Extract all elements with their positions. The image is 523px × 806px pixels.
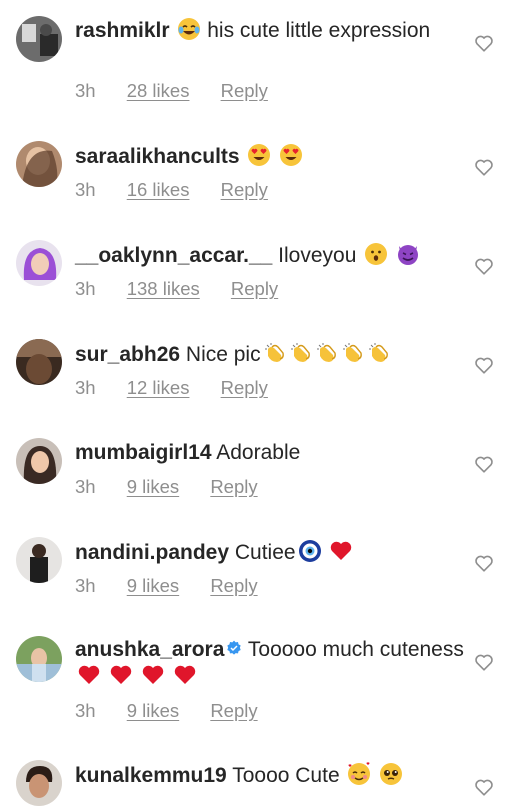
likes-count-link[interactable]: 28 likes [127, 80, 190, 101]
comment-username[interactable]: __oaklynn_accar.__ [75, 244, 272, 267]
reply-link[interactable]: Reply [210, 575, 257, 596]
comment-time: 3h [75, 179, 96, 200]
comment-text-block: anushka_arora Tooooo much cuteness [75, 637, 465, 690]
comment-text-block: mumbaigirl14 Adorable [75, 440, 465, 466]
likes-count-link[interactable]: 16 likes [127, 179, 190, 200]
comment-username[interactable]: saraalikhancults [75, 145, 240, 168]
avatar[interactable] [16, 141, 62, 187]
heart-outline-icon[interactable] [474, 653, 494, 671]
hushed-face-icon [365, 243, 388, 265]
reply-link[interactable]: Reply [221, 80, 268, 101]
heart-outline-icon[interactable] [474, 158, 494, 176]
clapping-hands-icon [316, 343, 336, 362]
comment-body: Iloveyou [278, 244, 357, 267]
heart-outline-icon[interactable] [474, 778, 494, 796]
heart-outline-icon[interactable] [474, 455, 494, 473]
comment-username[interactable]: sur_abh26 [75, 343, 180, 366]
comment-username[interactable]: kunalkemmu19 [75, 764, 227, 787]
comment-body: his cute little expression [207, 19, 431, 42]
red-heart-icon [142, 665, 163, 684]
likes-count-link[interactable]: 12 likes [127, 377, 190, 398]
verified-badge-icon [227, 640, 242, 655]
avatar[interactable] [16, 537, 62, 583]
comment-text-block: rashmiklr his cute little expression [75, 17, 465, 44]
avatar[interactable] [16, 240, 62, 286]
comment-body: Adorable [216, 441, 301, 464]
comment-meta: 3h 138 likes Reply [75, 278, 304, 300]
comment-text-block: saraalikhancults [75, 143, 465, 170]
heart-outline-icon[interactable] [474, 34, 494, 52]
red-heart-icon [78, 665, 100, 684]
comment-username[interactable]: rashmiklr [75, 19, 170, 42]
avatar[interactable] [16, 760, 62, 806]
comment-text-block: kunalkemmu19 Toooo Cute [75, 762, 465, 789]
comment-body: Tooooo much cuteness [247, 638, 464, 661]
comment-username[interactable]: mumbaigirl14 [75, 441, 212, 464]
comment-time: 3h [75, 700, 96, 721]
avatar[interactable] [16, 16, 62, 62]
comment-time: 3h [75, 278, 96, 299]
likes-count-link[interactable]: 9 likes [127, 575, 179, 596]
pleading-face-icon [380, 763, 403, 785]
smiling-face-with-heart-eyes-icon [248, 144, 271, 166]
red-heart-icon [331, 541, 352, 560]
heart-outline-icon[interactable] [474, 257, 494, 275]
comment-body: Nice pic [185, 343, 261, 366]
avatar[interactable] [16, 438, 62, 484]
comment-username[interactable]: nandini.pandey [75, 541, 229, 564]
clapping-hands-icon [368, 343, 388, 362]
smiling-face-with-horns-icon [398, 245, 419, 265]
smiling-face-with-heart-eyes-icon [280, 144, 303, 166]
likes-count-link[interactable]: 9 likes [127, 476, 179, 497]
comment-username[interactable]: anushka_arora [75, 638, 224, 661]
clapping-hands-icon [342, 343, 362, 362]
comment-body: Toooo Cute [232, 764, 340, 787]
comment-meta: 3h 28 likes Reply [75, 80, 294, 102]
comment-meta: 3h 16 likes Reply [75, 179, 294, 201]
smiling-face-with-hearts-icon [348, 762, 371, 785]
likes-count-link[interactable]: 9 likes [127, 700, 179, 721]
comment-time: 3h [75, 575, 96, 596]
comment-text-block: sur_abh26 Nice pic [75, 341, 465, 368]
comment-text-block: __oaklynn_accar.__ Iloveyou [75, 242, 465, 269]
heart-outline-icon[interactable] [474, 356, 494, 374]
comment-meta: 3h 9 likes Reply [75, 700, 284, 722]
reply-link[interactable]: Reply [210, 476, 257, 497]
clapping-hands-icon [264, 343, 284, 362]
reply-link[interactable]: Reply [221, 179, 268, 200]
likes-count-link[interactable]: 138 likes [127, 278, 200, 299]
nazar-amulet-icon [298, 540, 321, 562]
reply-link[interactable]: Reply [221, 377, 268, 398]
comment-meta: 3h 9 likes Reply [75, 476, 284, 498]
comment-time: 3h [75, 377, 96, 398]
comment-text-block: nandini.pandey Cutiee [75, 539, 465, 566]
face-with-tears-of-joy-icon [178, 18, 201, 40]
heart-outline-icon[interactable] [474, 554, 494, 572]
reply-link[interactable]: Reply [210, 700, 257, 721]
comment-meta: 3h 12 likes Reply [75, 377, 294, 399]
comment-body: Cutiee [234, 541, 296, 564]
red-heart-icon [110, 665, 132, 684]
comment-meta: 3h 9 likes Reply [75, 575, 284, 597]
reply-link[interactable]: Reply [231, 278, 278, 299]
red-heart-icon [174, 665, 195, 684]
avatar[interactable] [16, 636, 62, 682]
clapping-hands-icon [290, 343, 310, 362]
avatar[interactable] [16, 339, 62, 385]
comment-time: 3h [75, 80, 96, 101]
comment-time: 3h [75, 476, 96, 497]
